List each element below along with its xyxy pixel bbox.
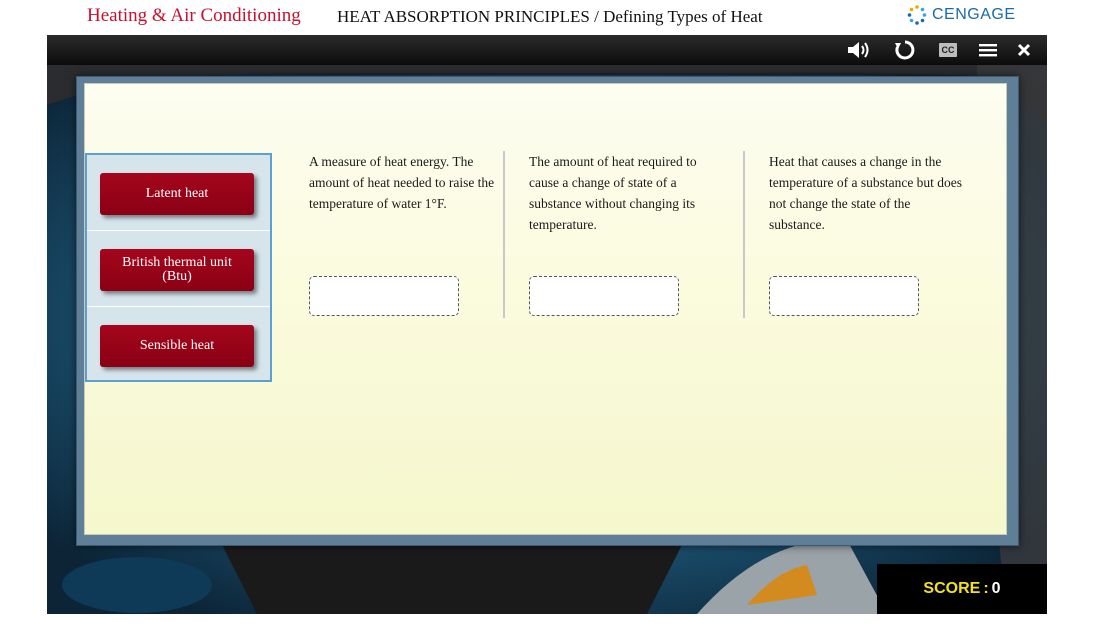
brand-name: CENGAGE bbox=[932, 6, 1016, 23]
close-button[interactable] bbox=[1013, 38, 1035, 62]
hamburger-icon bbox=[979, 44, 997, 57]
term-slot: Latent heat bbox=[87, 155, 270, 231]
replay-button[interactable] bbox=[892, 38, 918, 62]
term-btu-label: British thermal unit (Btu) bbox=[122, 255, 232, 284]
definition-text-3: Heat that causes a change in the tempera… bbox=[769, 154, 963, 232]
speaker-icon bbox=[848, 42, 869, 58]
term-latent-heat-button[interactable]: Latent heat bbox=[100, 173, 254, 215]
drop-target-2[interactable] bbox=[529, 276, 679, 316]
column-divider bbox=[503, 151, 505, 318]
activity-panel-frame: Latent heat British thermal unit (Btu) S… bbox=[76, 76, 1019, 546]
player-toolbar: CC bbox=[47, 35, 1047, 65]
close-icon bbox=[1017, 43, 1031, 57]
term-bank: Latent heat British thermal unit (Btu) S… bbox=[85, 153, 272, 382]
page-header: Heating & Air Conditioning HEAT ABSORPTI… bbox=[0, 0, 1097, 35]
score-display: SCORE : 0 bbox=[877, 564, 1047, 614]
drop-target-1[interactable] bbox=[309, 276, 459, 316]
captions-button[interactable]: CC bbox=[936, 38, 960, 62]
replay-icon bbox=[895, 40, 915, 60]
cengage-logo-icon bbox=[907, 5, 927, 25]
score-separator: : bbox=[983, 580, 989, 597]
column-divider bbox=[743, 151, 745, 318]
term-slot: British thermal unit (Btu) bbox=[87, 231, 270, 307]
cengage-logo: CENGAGE bbox=[906, 4, 1016, 26]
drop-target-3[interactable] bbox=[769, 276, 919, 316]
term-slot: Sensible heat bbox=[87, 307, 270, 382]
definition-text-1: A measure of heat energy. The amount of … bbox=[309, 154, 495, 211]
term-btu-button[interactable]: British thermal unit (Btu) bbox=[100, 249, 254, 291]
audio-button[interactable] bbox=[844, 38, 874, 62]
lesson-title: HEAT ABSORPTION PRINCIPLES / Defining Ty… bbox=[337, 7, 763, 26]
course-title: Heating & Air Conditioning bbox=[87, 5, 301, 26]
player-stage: CC Latent heat British thermal unit (Btu… bbox=[47, 35, 1047, 614]
cc-icon: CC bbox=[939, 43, 957, 57]
activity-panel: Latent heat British thermal unit (Btu) S… bbox=[84, 83, 1007, 535]
term-sensible-heat-button[interactable]: Sensible heat bbox=[100, 325, 254, 367]
score-label: SCORE bbox=[923, 580, 981, 597]
menu-button[interactable] bbox=[976, 38, 1000, 62]
score-value: 0 bbox=[991, 580, 1001, 597]
definition-text-2: The amount of heat required to cause a c… bbox=[529, 154, 697, 232]
